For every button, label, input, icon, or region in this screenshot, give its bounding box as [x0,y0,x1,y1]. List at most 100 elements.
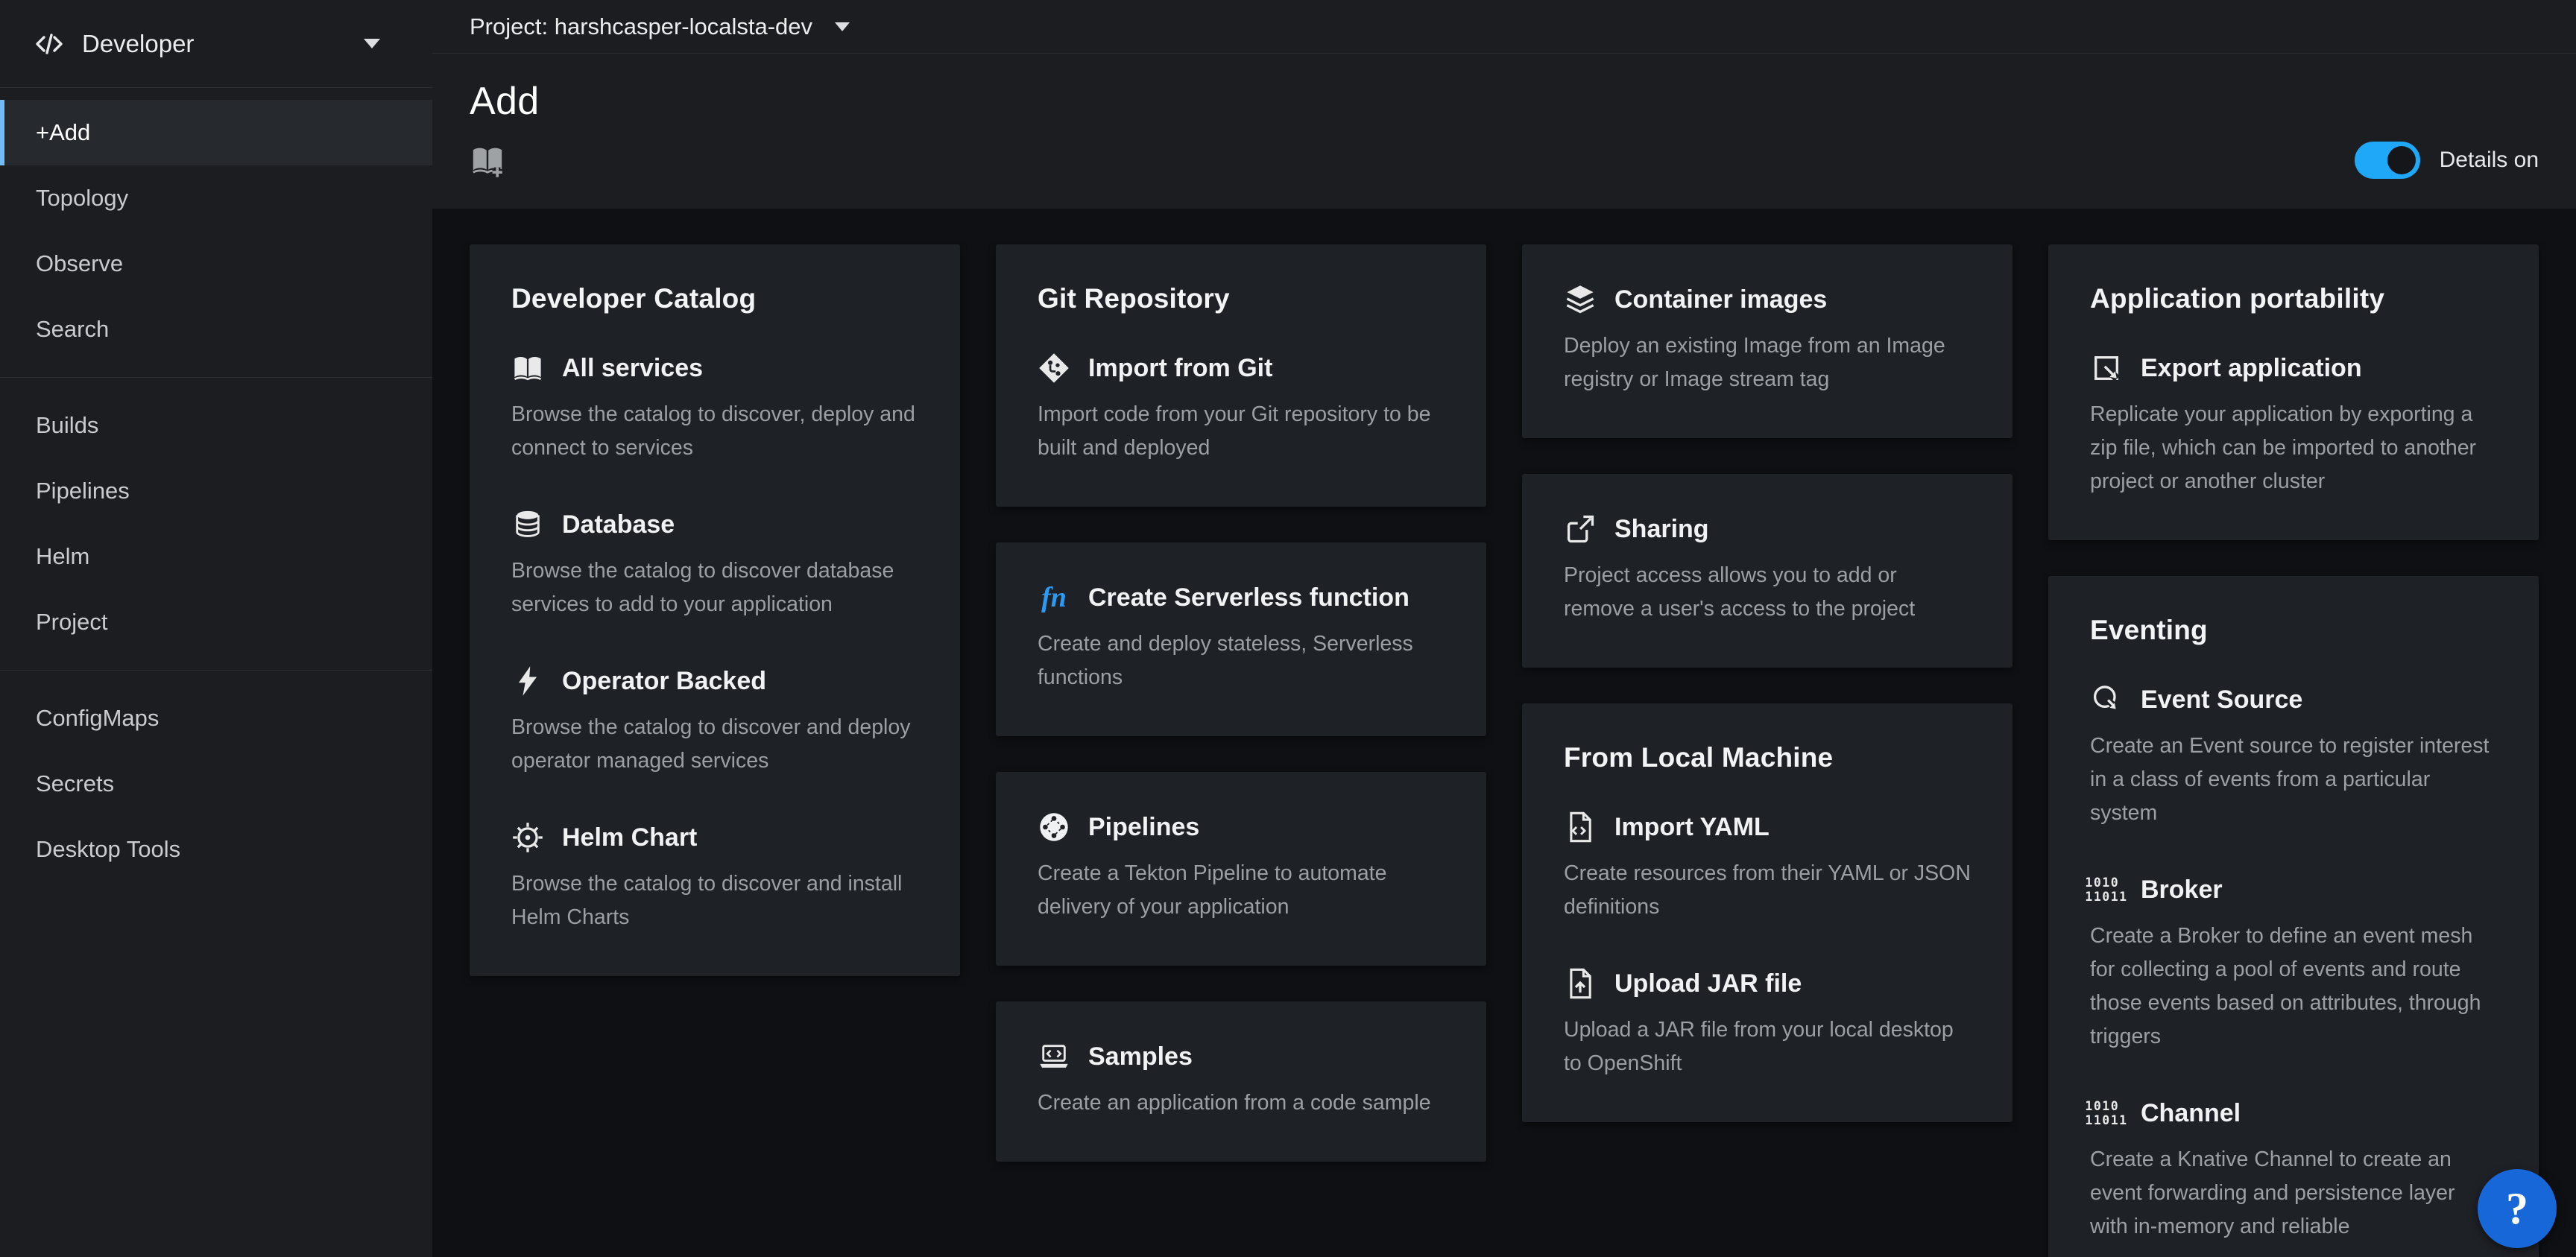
card: SharingProject access allows you to add … [1522,474,2012,668]
item-row: fnCreate Serverless function [1038,581,1445,614]
item-title: Operator Backed [562,667,766,696]
item-description: Create a Tekton Pipeline to automate del… [1038,857,1445,924]
toggle-knob [2387,146,2416,174]
event-source-icon [2090,683,2123,716]
item-title: Database [562,510,675,539]
card-title: From Local Machine [1564,742,1971,773]
page-header: Add Details on [432,54,2576,209]
item-row: Event Source [2090,683,2497,716]
item-row: Upload JAR file [1564,967,1971,1000]
export-application-icon [2090,352,2123,384]
add-action-operator-backed[interactable]: Operator BackedBrowse the catalog to dis… [511,665,918,778]
sidebar-item-observe[interactable]: Observe [0,231,432,297]
nav-group-divider [0,670,432,671]
perspective-label: Developer [82,30,194,58]
sidebar-item-add[interactable]: +Add [0,100,432,165]
add-action-helm-chart[interactable]: Helm ChartBrowse the catalog to discover… [511,821,918,934]
item-description: Browse the catalog to discover database … [511,554,918,621]
item-title: All services [562,354,703,383]
item-title: Broker [2141,876,2223,905]
details-toggle[interactable] [2355,142,2420,179]
item-description: Create an Event source to register inter… [2090,729,2497,830]
catalog-icon [511,352,544,384]
card-eventing: EventingEvent SourceCreate an Event sour… [2048,576,2539,1257]
add-action-channel[interactable]: 101011011ChannelCreate a Knative Channel… [2090,1097,2497,1244]
item-row: 101011011Channel [2090,1097,2497,1130]
details-toggle-label: Details on [2440,148,2539,173]
card: Container imagesDeploy an existing Image… [1522,244,2012,438]
add-action-create-serverless-function[interactable]: fnCreate Serverless functionCreate and d… [1038,581,1445,694]
card-column: Container imagesDeploy an existing Image… [1522,244,2012,1122]
card-title: Application portability [2090,283,2497,314]
card-title: Git Repository [1038,283,1445,314]
sidebar-item-secrets[interactable]: Secrets [0,751,432,817]
item-row: Import YAML [1564,811,1971,843]
card-column: Application portability Export applicatio… [2048,244,2539,1257]
samples-icon [1038,1040,1070,1073]
perspective-switcher[interactable]: Developer [0,0,432,88]
sidebar-nav: +AddTopologyObserveSearch BuildsPipelines… [0,88,432,894]
item-description: Browse the catalog to discover, deploy a… [511,398,918,465]
item-description: Create a Broker to define an event mesh … [2090,919,2497,1054]
sharing-icon [1564,513,1597,545]
card: fnCreate Serverless functionCreate and d… [996,542,1486,736]
item-title: Upload JAR file [1614,969,1802,998]
add-action-import-from-git[interactable]: Import from Git Import code from your Git… [1038,352,1445,465]
sidebar-item-topology[interactable]: Topology [0,165,432,231]
add-action-import-yaml[interactable]: Import YAMLCreate resources from their Y… [1564,811,1971,924]
card-application-portability: Application portability Export applicatio… [2048,244,2539,540]
add-action-database[interactable]: Database Browse the catalog to discover d… [511,508,918,621]
help-button[interactable]: ? [2478,1169,2557,1248]
add-action-event-source[interactable]: Event Source Create an Event source to re… [2090,683,2497,830]
add-action-broker[interactable]: 101011011Broker Create a Broker to define… [2090,873,2497,1054]
item-title: Import YAML [1614,813,1770,842]
item-row: Helm Chart [511,821,918,854]
item-description: Project access allows you to add or remo… [1564,559,1971,626]
sidebar-item-search[interactable]: Search [0,297,432,362]
item-title: Container images [1614,285,1827,314]
item-title: Helm Chart [562,823,697,852]
sidebar-item-builds[interactable]: Builds [0,393,432,458]
container-images-icon [1564,283,1597,316]
item-title: Import from Git [1088,354,1272,383]
item-description: Upload a JAR file from your local deskto… [1564,1013,1971,1080]
item-description: Import code from your Git repository to … [1038,398,1445,465]
sidebar-item-helm[interactable]: Helm [0,524,432,589]
git-icon [1038,352,1070,384]
chevron-down-icon [835,22,850,31]
cards-grid: Developer CatalogAll servicesBrowse the … [470,244,2539,1257]
sidebar-item-pipelines[interactable]: Pipelines [0,458,432,524]
item-description: Replicate your application by exporting … [2090,398,2497,498]
add-action-export-application[interactable]: Export applicationReplicate your applica… [2090,352,2497,498]
item-row: 101011011Broker [2090,873,2497,906]
upload-jar-icon [1564,967,1597,1000]
add-action-all-services[interactable]: All services Browse the catalog to discov… [511,352,918,465]
chevron-down-icon [364,39,380,48]
add-action-sharing[interactable]: SharingProject access allows you to add … [1564,513,1971,626]
card-from-local-machine: From Local Machine Import YAMLCreate reso… [1522,703,2012,1122]
item-row: Operator Backed [511,665,918,697]
sidebar: Developer +AddTopologyObserveSearch Build… [0,0,432,1257]
item-title: Channel [2141,1099,2241,1128]
sidebar-item-project[interactable]: Project [0,589,432,655]
database-icon [511,508,544,541]
item-row: Database [511,508,918,541]
add-action-pipelines[interactable]: PipelinesCreate a Tekton Pipeline to aut… [1038,811,1445,924]
add-action-upload-jar-file[interactable]: Upload JAR file Upload a JAR file from yo… [1564,967,1971,1080]
item-row: Container images [1564,283,1971,316]
card-column: Git Repository Import from Git Import code… [996,244,1486,1162]
bolt-icon [511,665,544,697]
nav-group-divider [0,377,432,378]
sidebar-item-configmaps[interactable]: ConfigMaps [0,686,432,751]
add-action-container-images[interactable]: Container imagesDeploy an existing Image… [1564,283,1971,396]
page-header-row: Details on [470,142,2539,179]
item-row: Samples [1038,1040,1445,1073]
item-description: Create an application from a code sample [1038,1086,1445,1120]
add-page-content: Developer CatalogAll servicesBrowse the … [432,209,2576,1257]
project-selector[interactable]: Project: harshcasper-localsta-dev [470,13,850,40]
quick-starts-book-plus-icon[interactable] [470,142,505,178]
card-column: Developer CatalogAll servicesBrowse the … [470,244,960,976]
add-action-samples[interactable]: Samples Create an application from a code… [1038,1040,1445,1120]
sidebar-item-desktop-tools[interactable]: Desktop Tools [0,817,432,882]
import-yaml-icon [1564,811,1597,843]
